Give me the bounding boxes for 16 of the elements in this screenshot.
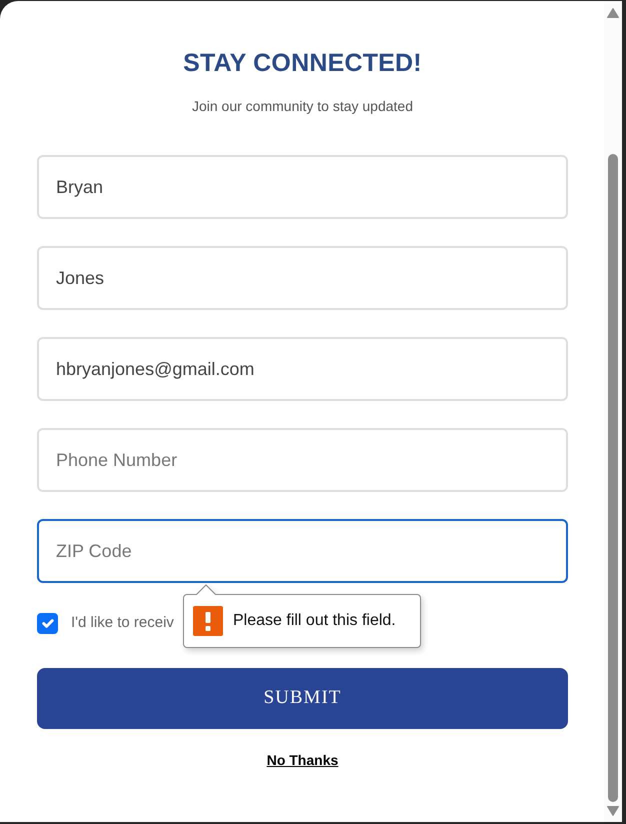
consent-checkbox[interactable] bbox=[37, 612, 58, 634]
input-field[interactable]: Jones bbox=[37, 246, 568, 310]
input-field[interactable]: Bryan bbox=[37, 155, 568, 219]
scroll-up-icon[interactable] bbox=[607, 8, 619, 18]
consent-label: I'd like to receiv bbox=[71, 612, 174, 633]
scroll-down-icon[interactable] bbox=[607, 806, 619, 816]
scrollbar-thumb[interactable] bbox=[608, 154, 618, 802]
no-thanks-link[interactable]: No Thanks bbox=[266, 750, 338, 770]
tooltip-message: Please fill out this field. bbox=[233, 611, 396, 631]
warning-icon bbox=[193, 606, 223, 636]
input-field[interactable]: hbryanjones@gmail.com bbox=[37, 337, 568, 401]
dialog-subtitle: Join our community to stay updated bbox=[190, 97, 414, 116]
submit-button[interactable]: SUBMIT bbox=[37, 668, 568, 729]
input-field[interactable]: ZIP Code bbox=[37, 519, 568, 583]
scrollbar[interactable] bbox=[604, 1, 622, 822]
dialog-title: STAY CONNECTED! bbox=[182, 48, 423, 79]
